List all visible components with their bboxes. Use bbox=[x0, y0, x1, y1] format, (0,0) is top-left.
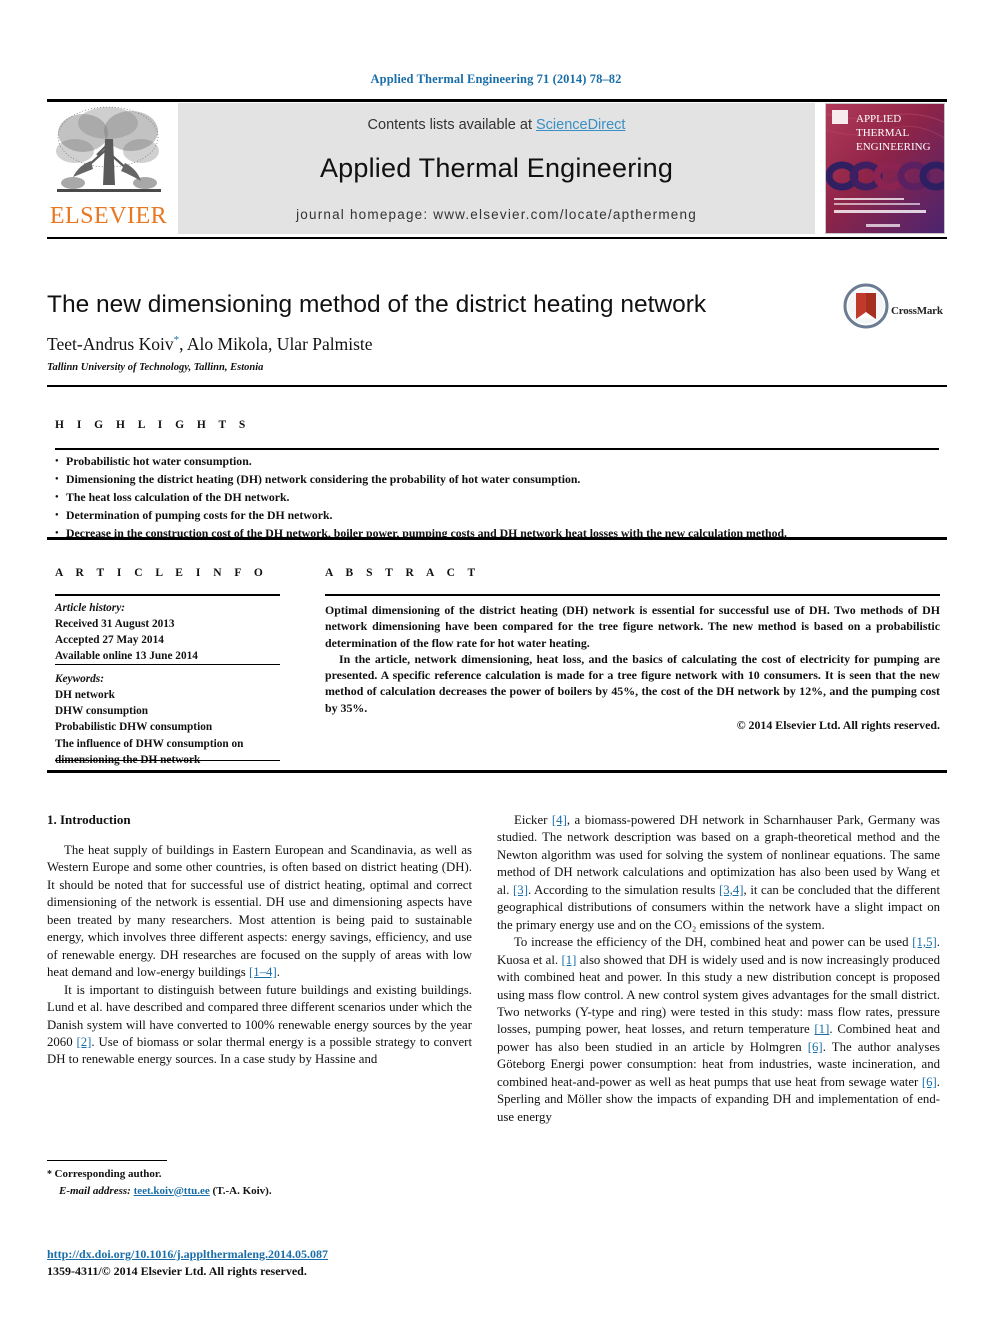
history-received: Received 31 August 2013 bbox=[55, 618, 175, 631]
email-link[interactable]: teet.koiv@ttu.ee bbox=[134, 1185, 210, 1197]
elsevier-logo: ELSEVIER bbox=[47, 103, 170, 234]
contents-prefix: Contents lists available at bbox=[367, 117, 536, 133]
keyword-item: DHW consumption bbox=[55, 705, 149, 718]
svg-text:APPLIED: APPLIED bbox=[856, 113, 901, 125]
list-item: The heat loss calculation of the DH netw… bbox=[55, 489, 945, 507]
list-item: Dimensioning the district heating (DH) n… bbox=[55, 471, 945, 489]
journal-title: Applied Thermal Engineering bbox=[319, 153, 674, 183]
running-head: Applied Thermal Engineering 71 (2014) 78… bbox=[370, 72, 622, 86]
highlights-bottom-rule bbox=[47, 537, 947, 540]
citation-link[interactable]: [1,5] bbox=[912, 935, 937, 949]
body-paragraph: It is important to distinguish between f… bbox=[47, 982, 473, 1067]
citation-link[interactable]: [3,4] bbox=[719, 883, 744, 897]
citation-link[interactable]: [1–4] bbox=[249, 965, 277, 979]
elsevier-wordmark: ELSEVIER bbox=[49, 203, 168, 229]
citation-link[interactable]: [3] bbox=[513, 883, 528, 897]
footnote-block: * Corresponding author. E-mail address: … bbox=[47, 1166, 477, 1199]
author-list: Teet-Andrus Koiv*, Alo Mikola, Ular Palm… bbox=[47, 334, 837, 355]
keyword-item: The influence of DHW consumption on dime… bbox=[55, 737, 244, 766]
journal-masthead: ELSEVIER Contents lists available at Sci… bbox=[47, 101, 947, 235]
highlights-label: H I G H L I G H T S bbox=[55, 419, 251, 431]
crossmark-icon bbox=[843, 283, 889, 329]
section-heading: 1. Introduction bbox=[47, 812, 131, 827]
list-item: Probabilistic hot water consumption. bbox=[55, 453, 945, 471]
masthead-band: Contents lists available at ScienceDirec… bbox=[178, 103, 815, 234]
citation-link[interactable]: [6] bbox=[922, 1075, 937, 1089]
sciencedirect-link[interactable]: ScienceDirect bbox=[536, 117, 625, 133]
email-label: E-mail address: bbox=[59, 1184, 131, 1197]
citation-link[interactable]: [4] bbox=[552, 813, 567, 827]
body-column-left: 1. Introduction The heat supply of build… bbox=[47, 812, 472, 1069]
corresponding-author-note: * Corresponding author. bbox=[47, 1166, 477, 1183]
corresponding-author-text: Corresponding author. bbox=[54, 1168, 162, 1180]
abstract-label: A B S T R A C T bbox=[325, 567, 481, 579]
journal-homepage[interactable]: journal homepage: www.elsevier.com/locat… bbox=[178, 207, 815, 222]
affiliation: Tallinn University of Technology, Tallin… bbox=[47, 362, 264, 373]
article-first-page: Applied Thermal Engineering 71 (2014) 78… bbox=[0, 0, 992, 1323]
history-accepted: Accepted 27 May 2014 bbox=[55, 634, 164, 647]
authors-bottom-rule bbox=[47, 385, 947, 387]
list-item: Decrease in the construction cost of the… bbox=[55, 525, 945, 543]
keywords-label: Keywords: bbox=[55, 673, 104, 685]
abstract-paragraph: Optimal dimensioning of the district hea… bbox=[325, 603, 940, 650]
abstract-body: Optimal dimensioning of the district hea… bbox=[325, 602, 940, 716]
citation-link[interactable]: [2] bbox=[77, 1035, 92, 1049]
list-item: Determination of pumping costs for the D… bbox=[55, 507, 945, 525]
body-paragraph: Eicker [4], a biomass-powered DH network… bbox=[497, 813, 940, 932]
article-info-rule bbox=[55, 594, 280, 596]
doi-link[interactable]: http://dx.doi.org/10.1016/j.applthermale… bbox=[47, 1246, 477, 1263]
svg-text:THERMAL: THERMAL bbox=[856, 127, 909, 139]
body-column-right: Eicker [4], a biomass-powered DH network… bbox=[497, 812, 940, 1126]
keywords-bottom-rule bbox=[55, 760, 280, 762]
body-paragraph: The heat supply of buildings in Eastern … bbox=[47, 843, 472, 980]
abstract-copyright: © 2014 Elsevier Ltd. All rights reserved… bbox=[736, 718, 940, 732]
elsevier-tree-icon bbox=[53, 103, 165, 203]
asterisk-icon: * bbox=[47, 1169, 55, 1180]
keyword-item: DH network bbox=[55, 689, 115, 702]
keywords-top-rule bbox=[55, 664, 280, 666]
email-note: E-mail address: teet.koiv@ttu.ee (T.-A. … bbox=[47, 1183, 477, 1200]
masthead-bottom-rule bbox=[47, 237, 947, 239]
article-info-label: A R T I C L E I N F O bbox=[55, 567, 268, 579]
issn-copyright: 1359-4311/© 2014 Elsevier Ltd. All right… bbox=[47, 1263, 307, 1278]
journal-cover-thumbnail: APPLIED THERMAL ENGINEERING bbox=[825, 103, 945, 234]
page-title: The new dimensioning method of the distr… bbox=[47, 291, 707, 318]
body-paragraph: To increase the efficiency of the DH, co… bbox=[497, 935, 940, 1124]
authors-rest: , Alo Mikola, Ular Palmiste bbox=[179, 334, 373, 354]
keywords-block: Keywords: DH network DHW consumption Pro… bbox=[55, 671, 300, 768]
author-corresponding: Teet-Andrus Koiv bbox=[47, 334, 174, 354]
contents-available-line: Contents lists available at ScienceDirec… bbox=[178, 117, 815, 133]
email-attribution: (T.-A. Koiv). bbox=[212, 1184, 272, 1197]
svg-text:ENGINEERING: ENGINEERING bbox=[856, 141, 931, 153]
highlights-list: Probabilistic hot water consumption. Dim… bbox=[55, 453, 945, 543]
crossmark-badge[interactable]: CrossMark bbox=[843, 283, 947, 343]
highlights-top-rule bbox=[55, 448, 939, 450]
citation-link[interactable]: [6] bbox=[808, 1040, 823, 1054]
crossmark-label: CrossMark bbox=[891, 305, 943, 317]
keyword-item: Probabilistic DHW consumption bbox=[55, 721, 213, 734]
abstract-top-rule bbox=[325, 594, 940, 596]
citation-link[interactable]: [1] bbox=[814, 1022, 829, 1036]
history-online: Available online 13 June 2014 bbox=[55, 650, 198, 663]
abstract-bottom-rule bbox=[47, 770, 947, 773]
article-history: Article history: Received 31 August 2013… bbox=[55, 600, 295, 665]
doi-block: http://dx.doi.org/10.1016/j.applthermale… bbox=[47, 1246, 477, 1280]
citation-link[interactable]: [1] bbox=[561, 953, 576, 967]
abstract-paragraph: In the article, network dimensioning, he… bbox=[325, 651, 940, 715]
footnote-rule bbox=[47, 1160, 167, 1162]
article-history-label: Article history: bbox=[55, 602, 125, 614]
